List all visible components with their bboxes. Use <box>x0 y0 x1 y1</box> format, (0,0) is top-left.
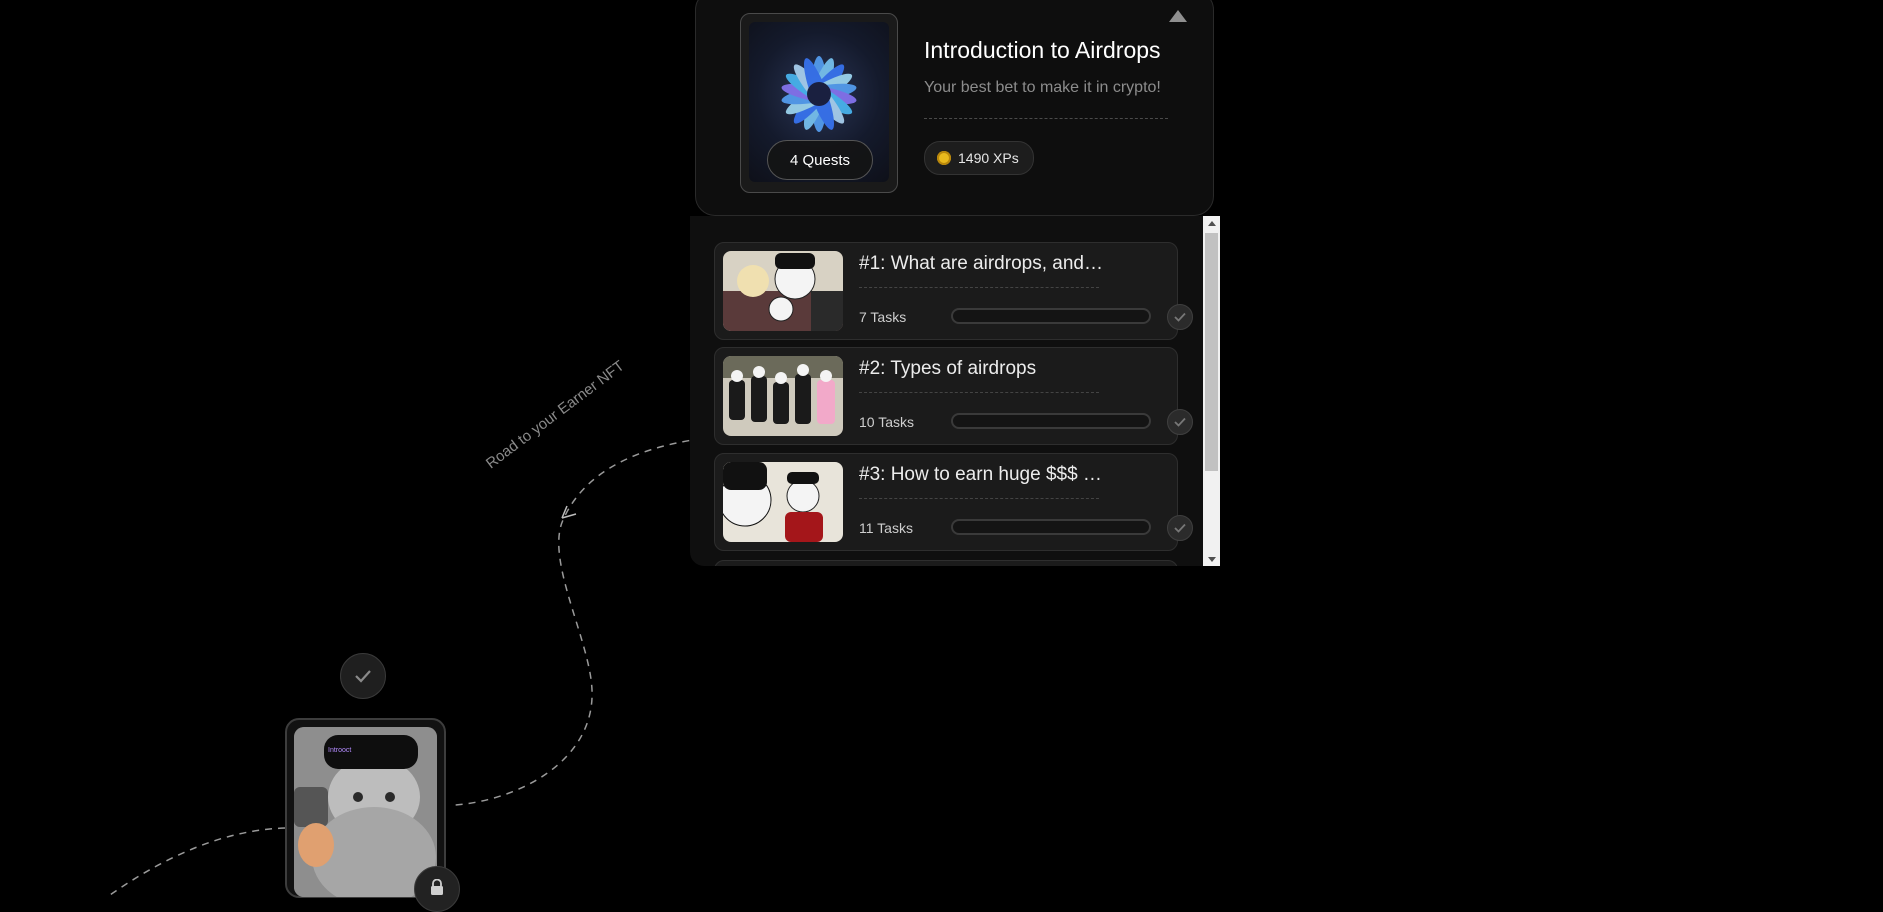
scrollbar-thumb[interactable] <box>1205 233 1218 471</box>
scroll-down-button[interactable] <box>1203 552 1220 566</box>
coin-icon <box>937 151 951 165</box>
quest-item-partial[interactable] <box>714 560 1178 566</box>
scroll-up-button[interactable] <box>1203 216 1220 230</box>
check-icon <box>1167 515 1193 541</box>
cat-nft-image: Introoct <box>294 727 437 897</box>
quest-item[interactable]: #3: How to earn huge $$$ … 11 Tasks <box>714 453 1193 551</box>
xp-badge: 1490 XPs <box>924 141 1034 175</box>
xp-label: 1490 XPs <box>958 150 1019 166</box>
quest-list: #1: What are airdrops, and… 7 Tasks #2: … <box>690 216 1220 566</box>
quest-title: #2: Types of airdrops <box>859 358 1037 379</box>
course-subtitle: Your best bet to make it in crypto! <box>924 79 1161 96</box>
quest-progress-bar <box>951 308 1151 324</box>
scrollbar[interactable] <box>1203 216 1220 566</box>
road-label: Road to your Earner NFT <box>482 357 628 473</box>
quest-thumbnail <box>723 462 843 542</box>
course-card: 4 Quests Introduction to Airdrops Your b… <box>695 0 1214 216</box>
quest-progress-bar <box>951 519 1151 535</box>
quest-thumbnail <box>723 251 843 331</box>
nft-tag-text: Introoct <box>328 747 352 754</box>
quest-title: #3: How to earn huge $$$ … <box>859 464 1102 485</box>
quests-count-button[interactable]: 4 Quests <box>767 140 873 180</box>
divider <box>859 498 1099 499</box>
quest-task-count: 10 Tasks <box>859 414 914 430</box>
course-cover: 4 Quests <box>740 13 898 193</box>
divider <box>859 287 1099 288</box>
divider <box>859 392 1099 393</box>
check-icon <box>1167 409 1193 435</box>
quest-title: #1: What are airdrops, and… <box>859 253 1103 274</box>
course-title: Introduction to Airdrops <box>924 37 1161 63</box>
check-icon <box>340 653 386 699</box>
quest-progress-bar <box>951 413 1151 429</box>
quest-thumbnail <box>723 356 843 436</box>
quest-task-count: 11 Tasks <box>859 520 913 536</box>
quest-task-count: 7 Tasks <box>859 309 907 325</box>
divider <box>924 118 1168 119</box>
lock-icon <box>414 866 460 912</box>
check-icon <box>1167 304 1193 330</box>
collapse-chevron-icon[interactable] <box>1169 10 1187 22</box>
road-arrow-icon <box>561 505 577 519</box>
quest-item[interactable]: #2: Types of airdrops 10 Tasks <box>714 347 1193 445</box>
quest-item[interactable]: #1: What are airdrops, and… 7 Tasks <box>714 242 1193 340</box>
